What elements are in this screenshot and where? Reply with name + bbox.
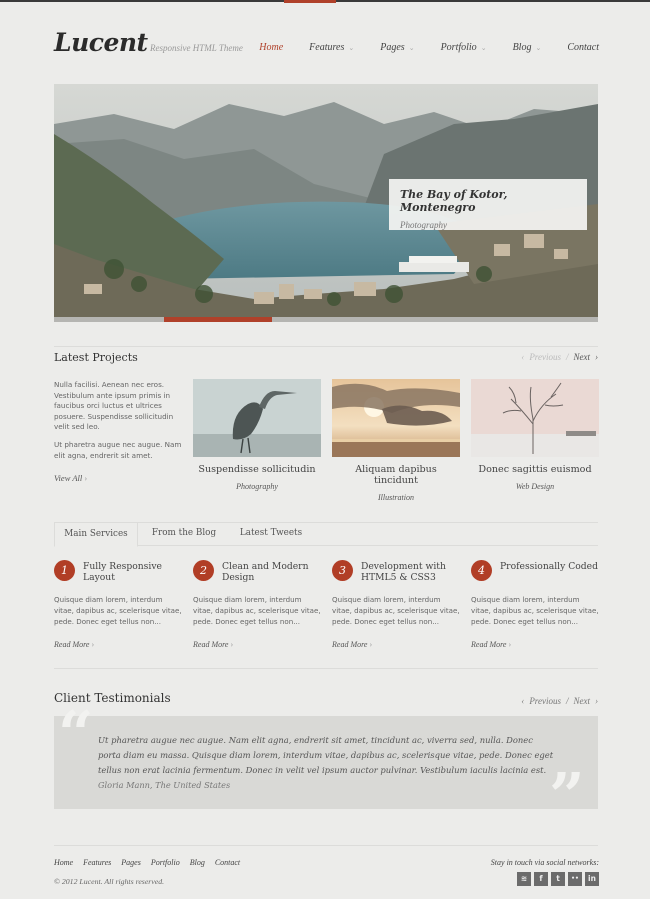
slider-progress-bar	[164, 317, 272, 322]
nav-blog[interactable]: Blog ⌄	[513, 42, 542, 53]
testimonials-pager: ‹ Previous / Next ›	[521, 696, 598, 706]
twitter-icon[interactable]: t	[551, 872, 565, 886]
chevron-down-icon: ⌄	[480, 43, 487, 52]
flickr-icon[interactable]: ••	[568, 872, 582, 886]
tab-latest-tweets[interactable]: Latest Tweets	[228, 522, 314, 547]
nav-portfolio[interactable]: Portfolio ⌄	[441, 42, 487, 53]
latest-projects-title: Latest Projects	[54, 351, 138, 364]
service-description: Quisque diam lorem, interdum vitae, dapi…	[471, 595, 599, 626]
footer-link-home[interactable]: Home	[54, 858, 73, 867]
service-title: Professionally Coded	[500, 561, 598, 572]
rss-icon[interactable]: ≋	[517, 872, 531, 886]
nav-features[interactable]: Features ⌄	[309, 42, 354, 53]
read-more-link[interactable]: Read More ›	[471, 640, 511, 649]
slide-caption-category: Photography	[400, 220, 447, 230]
social-label: Stay in touch via social networks:	[490, 858, 599, 867]
projects-prev-button[interactable]: Previous	[529, 352, 561, 362]
service-title: Development with HTML5 & CSS3	[361, 561, 446, 583]
pager-separator: /	[565, 696, 569, 706]
service-number-badge: 4	[471, 560, 492, 581]
project-name[interactable]: Aliquam dapibus tincidunt	[332, 464, 460, 486]
chevron-right-icon: ›	[595, 696, 598, 706]
logo[interactable]: Lucent	[54, 28, 148, 57]
chevron-right-icon: ›	[91, 640, 95, 649]
testimonials-prev-button[interactable]: Previous	[529, 696, 561, 706]
heron-thumbnail[interactable]	[193, 379, 321, 457]
open-quote-icon: “	[58, 697, 94, 770]
chevron-right-icon: ›	[84, 473, 88, 483]
divider	[54, 346, 598, 347]
slide-caption[interactable]: The Bay of Kotor, Montenegro Photography	[389, 179, 587, 230]
service-title: Fully Responsive Layout	[83, 561, 162, 583]
social-links: ≋ f t •• in	[517, 872, 599, 886]
top-bar-accent	[284, 0, 336, 3]
projects-pager: ‹ Previous / Next ›	[521, 352, 598, 362]
testimonial-quote: Ut pharetra augue nec augue. Nam elit ag…	[98, 735, 554, 776]
facebook-icon[interactable]: f	[534, 872, 548, 886]
project-category: Photography	[236, 482, 278, 491]
footer-link-portfolio[interactable]: Portfolio	[151, 858, 180, 867]
divider	[54, 845, 598, 846]
nav-home[interactable]: Home	[259, 42, 283, 53]
project-name[interactable]: Donec sagittis euismod	[471, 464, 599, 475]
projects-next-button[interactable]: Next	[574, 352, 591, 362]
tab-main-services[interactable]: Main Services	[54, 522, 138, 547]
service-number-badge: 1	[54, 560, 75, 581]
winter-tree-thumbnail[interactable]	[471, 379, 599, 457]
footer-link-features[interactable]: Features	[83, 858, 111, 867]
chevron-right-icon: ›	[369, 640, 373, 649]
footer-nav: Home Features Pages Portfolio Blog Conta…	[54, 858, 240, 867]
project-name[interactable]: Suspendisse sollicitudin	[193, 464, 321, 475]
copyright: © 2012 Lucent. All rights reserved.	[54, 877, 165, 886]
footer-link-blog[interactable]: Blog	[190, 858, 205, 867]
nav-pages[interactable]: Pages ⌄	[380, 42, 414, 53]
testimonial-author: Gloria Mann, The United States	[98, 780, 231, 790]
chevron-right-icon: ›	[595, 352, 598, 362]
chevron-right-icon: ›	[230, 640, 234, 649]
chevron-right-icon: ›	[508, 640, 512, 649]
service-title: Clean and Modern Design	[222, 561, 309, 583]
testimonials-next-button[interactable]: Next	[574, 696, 591, 706]
chevron-left-icon: ‹	[521, 696, 525, 706]
chevron-down-icon: ⌄	[535, 43, 542, 52]
nav-contact[interactable]: Contact	[567, 42, 599, 53]
read-more-link[interactable]: Read More ›	[54, 640, 94, 649]
chevron-down-icon: ⌄	[408, 43, 415, 52]
service-description: Quisque diam lorem, interdum vitae, dapi…	[54, 595, 182, 626]
service-description: Quisque diam lorem, interdum vitae, dapi…	[193, 595, 321, 626]
project-card[interactable]: Donec sagittis euismod Web Design	[471, 379, 599, 491]
project-card[interactable]: Aliquam dapibus tincidunt Illustration	[332, 379, 460, 502]
service-number-badge: 2	[193, 560, 214, 581]
view-all-link[interactable]: View All ›	[54, 473, 87, 483]
projects-intro: Nulla facilisi. Aenean nec eros. Vestibu…	[54, 380, 186, 461]
content-tabs: Main Services From the Blog Latest Tweet…	[54, 522, 598, 547]
projects-intro-paragraph: Ut pharetra augue nec augue. Nam elit ag…	[54, 439, 182, 460]
projects-intro-paragraph: Nulla facilisi. Aenean nec eros. Vestibu…	[54, 380, 174, 432]
linkedin-icon[interactable]: in	[585, 872, 599, 886]
divider	[54, 668, 598, 669]
project-card[interactable]: Suspendisse sollicitudin Photography	[193, 379, 321, 491]
read-more-link[interactable]: Read More ›	[193, 640, 233, 649]
read-more-link[interactable]: Read More ›	[332, 640, 372, 649]
service-number-badge: 3	[332, 560, 353, 581]
service-description: Quisque diam lorem, interdum vitae, dapi…	[332, 595, 460, 626]
project-category: Illustration	[377, 493, 414, 502]
slide-caption-title: The Bay of Kotor, Montenegro	[400, 188, 508, 214]
pager-separator: /	[565, 352, 569, 362]
chevron-left-icon: ‹	[521, 352, 525, 362]
sunset-thumbnail[interactable]	[332, 379, 460, 457]
main-nav: Home Features ⌄ Pages ⌄ Portfolio ⌄ Blog ⌄ C…	[233, 42, 599, 53]
project-category: Web Design	[515, 482, 555, 491]
tagline: Responsive HTML Theme	[150, 43, 243, 53]
footer-link-pages[interactable]: Pages	[121, 858, 141, 867]
footer-link-contact[interactable]: Contact	[215, 858, 240, 867]
chevron-down-icon: ⌄	[348, 43, 355, 52]
tab-from-the-blog[interactable]: From the Blog	[142, 522, 226, 547]
slider-progress-track[interactable]	[54, 317, 598, 322]
